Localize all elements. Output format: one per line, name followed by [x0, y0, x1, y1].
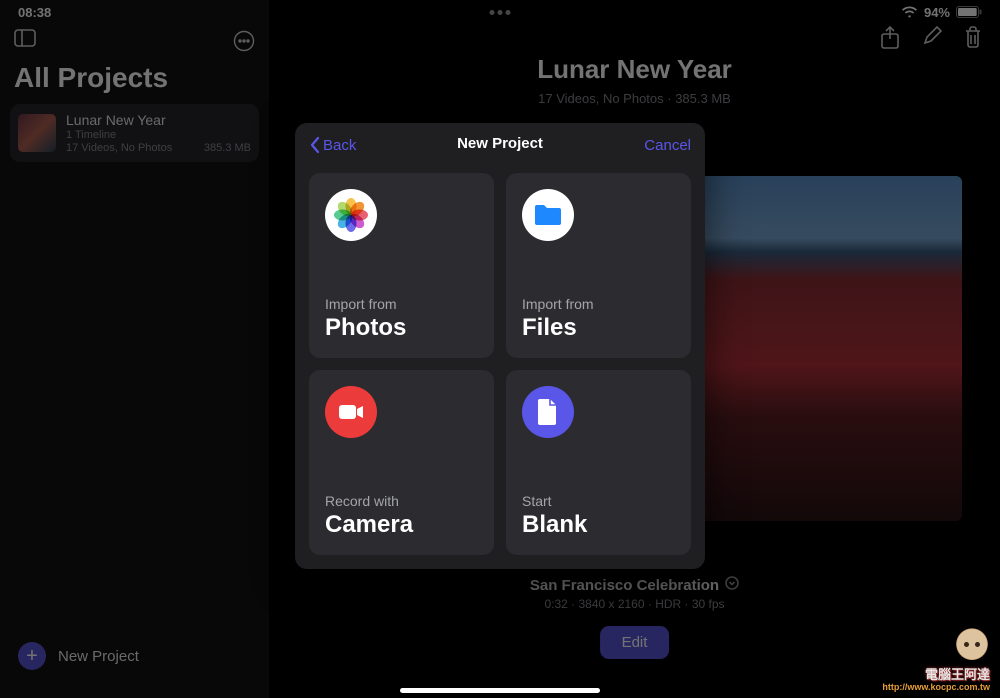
plus-icon: +	[18, 642, 46, 670]
battery-percent: 94%	[924, 5, 950, 20]
photos-app-icon	[325, 189, 377, 241]
home-indicator[interactable]	[400, 688, 600, 693]
sidebar: All Projects Lunar New Year 1 Timeline 1…	[0, 0, 269, 698]
new-project-modal: Back New Project Cancel	[295, 123, 705, 569]
back-label: Back	[323, 137, 356, 154]
clip-title[interactable]: San Francisco Celebration	[530, 577, 719, 594]
blank-document-icon	[522, 386, 574, 438]
card-subtitle: Record with	[325, 493, 478, 509]
back-button[interactable]: Back	[309, 136, 356, 154]
watermark-url: http://www.kocpc.com.tw	[882, 682, 990, 692]
status-time: 08:38	[18, 5, 51, 20]
status-bar: 08:38 94%	[0, 0, 1000, 24]
new-project-label: New Project	[58, 648, 139, 665]
battery-icon	[956, 6, 982, 18]
watermark: 電腦王阿達 http://www.kocpc.com.tw	[882, 628, 990, 692]
card-import-photos[interactable]: Import from Photos	[309, 173, 494, 358]
card-start-blank[interactable]: Start Blank	[506, 370, 691, 555]
share-icon[interactable]	[880, 26, 900, 50]
card-title: Blank	[522, 511, 675, 539]
edit-button[interactable]: Edit	[600, 626, 670, 659]
card-title: Files	[522, 314, 675, 342]
card-title: Photos	[325, 314, 478, 342]
wifi-icon	[901, 6, 918, 18]
card-record-camera[interactable]: Record with Camera	[309, 370, 494, 555]
edit-pencil-icon[interactable]	[922, 26, 942, 50]
clip-metadata: 0:32 · 3840 x 2160 · HDR · 30 fps	[269, 597, 1000, 611]
card-subtitle: Import from	[522, 296, 675, 312]
project-thumbnail	[18, 114, 56, 152]
multitask-dots-icon[interactable]	[490, 10, 511, 15]
chevron-down-icon[interactable]	[725, 576, 739, 595]
card-subtitle: Start	[522, 493, 675, 509]
watermark-face-icon	[954, 628, 990, 664]
card-import-files[interactable]: Import from Files	[506, 173, 691, 358]
files-app-icon	[522, 189, 574, 241]
cancel-button[interactable]: Cancel	[644, 137, 691, 154]
project-timeline-count: 1 Timeline	[66, 129, 251, 141]
camera-icon	[325, 386, 377, 438]
new-project-button[interactable]: + New Project	[0, 626, 269, 698]
card-subtitle: Import from	[325, 296, 478, 312]
trash-icon[interactable]	[964, 26, 982, 50]
page-subtitle: 17 Videos, No Photos · 385.3 MB	[269, 91, 1000, 106]
project-item[interactable]: Lunar New Year 1 Timeline 17 Videos, No …	[10, 104, 259, 162]
project-media-count: 17 Videos, No Photos	[66, 142, 172, 154]
more-circle-icon[interactable]	[233, 30, 255, 52]
card-title: Camera	[325, 511, 478, 539]
sidebar-title: All Projects	[0, 58, 269, 104]
project-size: 385.3 MB	[204, 142, 251, 154]
project-name: Lunar New Year	[66, 112, 251, 128]
page-title: Lunar New Year	[269, 54, 1000, 85]
watermark-text: 電腦王阿達	[925, 664, 990, 683]
sidebar-toggle-icon[interactable]	[14, 29, 36, 52]
